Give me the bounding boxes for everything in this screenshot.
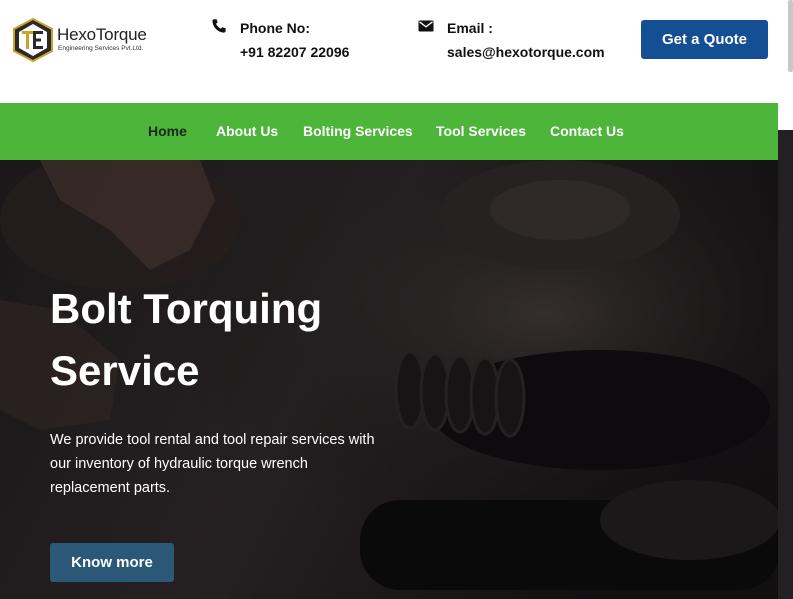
brand-name: HexoTorque xyxy=(57,25,147,44)
nav-item-tool-services[interactable]: Tool Services xyxy=(436,123,526,139)
phone-icon xyxy=(212,19,226,33)
hero-description: We provide tool rental and tool repair s… xyxy=(50,432,375,496)
email-label: Email : xyxy=(447,20,493,36)
phone-contact: Phone No: +91 82207 22096 xyxy=(211,18,381,68)
email-contact: Email : sales@hexotorque.com xyxy=(418,18,618,68)
top-bar: HexoTorque Engineering Services Pvt.Ltd.… xyxy=(0,0,778,103)
hero-title: Bolt Torquing Service xyxy=(50,285,323,394)
brand-subtitle: Engineering Services Pvt.Ltd. xyxy=(58,45,144,52)
envelope-icon xyxy=(418,20,434,32)
scrollbar-gutter xyxy=(778,130,793,599)
nav-item-contact-us[interactable]: Contact Us xyxy=(550,123,624,139)
email-address[interactable]: sales@hexotorque.com xyxy=(447,44,605,60)
scrollbar-thumb[interactable] xyxy=(788,0,793,72)
know-more-button[interactable]: Know more xyxy=(50,543,174,582)
get-a-quote-button[interactable]: Get a Quote xyxy=(641,20,768,59)
nav-item-about-us[interactable]: About Us xyxy=(216,123,278,139)
phone-label: Phone No: xyxy=(240,20,310,36)
nav-item-home[interactable]: Home xyxy=(148,123,187,139)
hexotorque-logo-mark xyxy=(13,17,53,63)
hero-section: Bolt Torquing Service We provide tool re… xyxy=(0,160,778,599)
brand-logo[interactable]: HexoTorque Engineering Services Pvt.Ltd. xyxy=(11,17,161,63)
nav-item-bolting-services[interactable]: Bolting Services xyxy=(303,123,413,139)
main-navigation: Home About Us Bolting Services Tool Serv… xyxy=(0,103,778,160)
phone-number[interactable]: +91 82207 22096 xyxy=(240,44,349,60)
